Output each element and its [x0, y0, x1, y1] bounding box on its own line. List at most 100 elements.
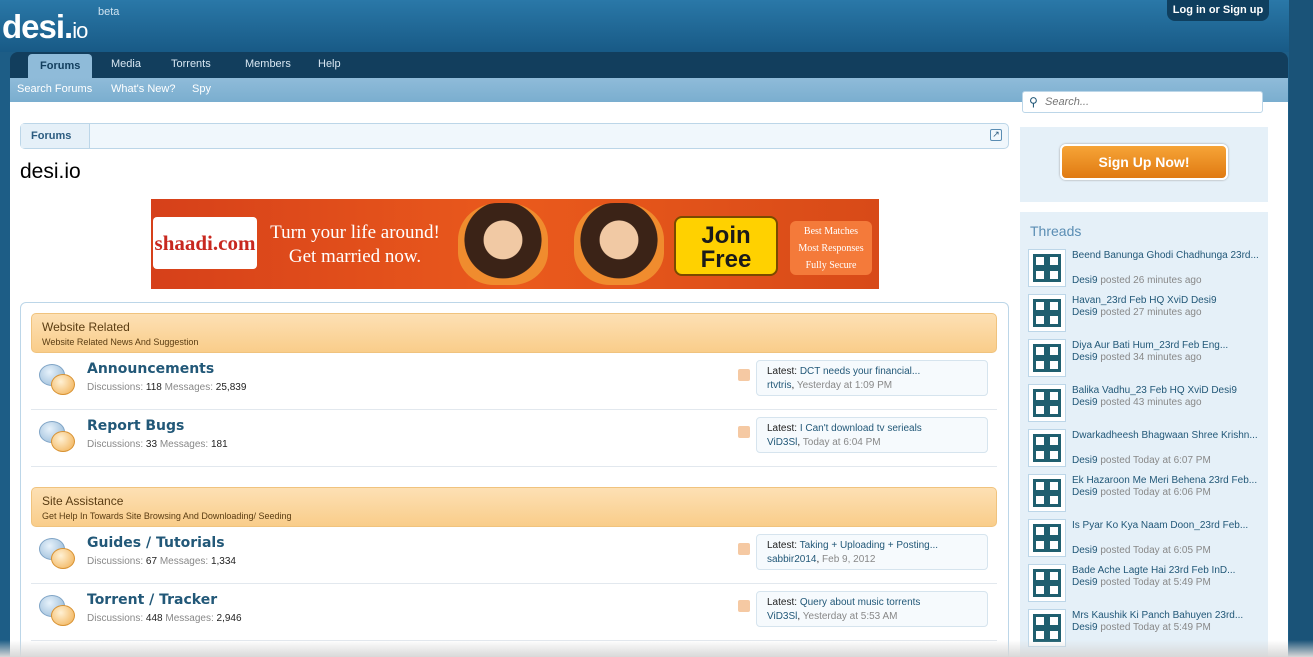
forum-bubbles-icon — [39, 421, 77, 455]
thread-user-link[interactable]: Desi9 — [1072, 622, 1098, 633]
thread-title-link[interactable]: Bade Ache Lagte Hai 23rd Feb InD... — [1072, 564, 1262, 577]
thread-title-link[interactable]: Ek Hazaroon Me Meri Behena 23rd Feb... — [1072, 474, 1262, 487]
signup-button[interactable]: Sign Up Now! — [1060, 144, 1228, 180]
tab-media[interactable]: Media — [111, 52, 141, 78]
thread-title-link[interactable]: Beend Banunga Ghodi Chadhunga 23rd... — [1072, 249, 1262, 262]
logo-tld: io — [72, 18, 88, 43]
breadcrumb-forums[interactable]: Forums — [21, 124, 91, 148]
thread-posted: posted Today at 6:07 PM — [1100, 455, 1211, 466]
tab-forums[interactable]: Forums — [28, 54, 93, 80]
latest-thread-link[interactable]: I Can't download tv serieals — [800, 423, 922, 434]
join-line1: Join — [701, 222, 751, 249]
avatar[interactable] — [1028, 564, 1066, 602]
tab-torrents[interactable]: Torrents — [171, 52, 211, 78]
thread-title-link[interactable]: Havan_23rd Feb HQ XviD Desi9 — [1072, 294, 1262, 307]
category-header[interactable]: Website Related Website Related News And… — [31, 313, 997, 353]
avatar[interactable] — [1028, 249, 1066, 287]
category-header[interactable]: Site Assistance Get Help In Towards Site… — [31, 487, 997, 527]
thread-user-link[interactable]: Desi9 — [1072, 352, 1098, 363]
thread-user-link[interactable]: Desi9 — [1072, 397, 1098, 408]
login-button[interactable]: Log in or Sign up — [1167, 0, 1269, 21]
thread-user-link[interactable]: Desi9 — [1072, 577, 1098, 588]
forum-title[interactable]: Report Bugs — [87, 418, 184, 434]
avatar[interactable] — [1028, 519, 1066, 557]
thread-meta: Desi9 posted Today at 6:05 PM — [1072, 545, 1211, 556]
avatar[interactable] — [1028, 339, 1066, 377]
avatar[interactable] — [1028, 429, 1066, 467]
forum-title[interactable]: Torrent / Tracker — [87, 592, 217, 608]
rss-icon[interactable] — [738, 369, 750, 381]
latest-post: Latest: DCT needs your financial... rtvt… — [756, 360, 988, 396]
join-line2: Free — [700, 246, 752, 273]
forum-bubbles-icon — [39, 538, 77, 572]
banner-tagline: Turn your life around! Get married now. — [265, 221, 445, 269]
tab-help[interactable]: Help — [318, 52, 341, 78]
latest-thread-link[interactable]: Taking + Uploading + Posting... — [800, 540, 938, 551]
latest-thread-link[interactable]: Query about music torrents — [800, 597, 921, 608]
avatar[interactable] — [1028, 384, 1066, 422]
tab-members[interactable]: Members — [245, 52, 291, 78]
beta-label: beta — [98, 6, 120, 18]
forum-node: Torrent / Tracker Discussions: 448 Messa… — [31, 585, 997, 641]
tagline-line1: Turn your life around! — [270, 222, 440, 243]
latest-date: Feb 9, 2012 — [822, 554, 876, 565]
thread-meta: Desi9 posted 27 minutes ago — [1072, 307, 1202, 318]
whats-new-link[interactable]: What's New? — [111, 83, 175, 95]
thread-posted: posted Today at 6:06 PM — [1100, 487, 1211, 498]
forum-node: Report Bugs Discussions: 33 Messages: 18… — [31, 411, 997, 467]
site-logo[interactable]: desi.io — [2, 8, 88, 46]
forum-list: Website Related Website Related News And… — [20, 302, 1009, 657]
search-box: ⚲ — [1022, 91, 1263, 113]
thread-meta: Desi9 posted 34 minutes ago — [1072, 352, 1202, 363]
rss-icon[interactable] — [738, 426, 750, 438]
latest-post: Latest: Query about music torrents ViD3S… — [756, 591, 988, 627]
rss-icon[interactable] — [738, 543, 750, 555]
forum-title[interactable]: Announcements — [87, 361, 214, 377]
forum-stats: Discussions: 67 Messages: 1,334 — [87, 556, 236, 567]
forum-bubbles-icon — [39, 595, 77, 629]
thread-title-link[interactable]: Mrs Kaushik Ki Panch Bahuyen 23rd... — [1072, 609, 1262, 622]
jump-icon[interactable]: ↗ — [990, 129, 1002, 141]
rss-icon[interactable] — [738, 600, 750, 612]
latest-date: Yesterday at 5:53 AM — [802, 611, 898, 622]
thread-meta: Desi9 posted Today at 5:49 PM — [1072, 577, 1211, 588]
avatar[interactable] — [1028, 474, 1066, 512]
window-bottom-fade — [0, 640, 1313, 657]
thread-title-link[interactable]: Diya Aur Bati Hum_23rd Feb Eng... — [1072, 339, 1262, 352]
latest-user-link[interactable]: ViD3Sl — [767, 437, 797, 448]
thread-posted: posted Today at 5:49 PM — [1100, 622, 1211, 633]
thread-posted: posted 34 minutes ago — [1100, 352, 1202, 363]
avatar[interactable] — [1028, 294, 1066, 332]
thread-posted: posted 27 minutes ago — [1100, 307, 1202, 318]
thread-meta: Desi9 posted 43 minutes ago — [1072, 397, 1202, 408]
logo-main: desi — [2, 8, 65, 45]
thread-user-link[interactable]: Desi9 — [1072, 275, 1098, 286]
forum-title[interactable]: Guides / Tutorials — [87, 535, 225, 551]
thread-posted: posted Today at 6:05 PM — [1100, 545, 1211, 556]
search-forums-link[interactable]: Search Forums — [17, 83, 92, 95]
latest-date: Yesterday at 1:09 PM — [796, 380, 893, 391]
latest-user-link[interactable]: ViD3Sl — [767, 611, 797, 622]
thread-title-link[interactable]: Dwarkadheesh Bhagwaan Shree Krishn... — [1072, 429, 1262, 442]
thread-user-link[interactable]: Desi9 — [1072, 487, 1098, 498]
thread-user-link[interactable]: Desi9 — [1072, 455, 1098, 466]
thread-user-link[interactable]: Desi9 — [1072, 545, 1098, 556]
forum-stats: Discussions: 118 Messages: 25,839 — [87, 382, 247, 393]
thread-title-link[interactable]: Balika Vadhu_23 Feb HQ XviD Desi9 — [1072, 384, 1262, 397]
latest-user-link[interactable]: sabbir2014 — [767, 554, 816, 565]
banner-perks: Best Matches Most Responses Fully Secure — [790, 221, 872, 275]
category-title: Site Assistance — [42, 494, 124, 508]
thread-meta: Desi9 posted Today at 5:49 PM — [1072, 622, 1211, 633]
latest-user-link[interactable]: rtvtris — [767, 380, 791, 391]
ad-banner[interactable]: shaadi.com Turn your life around! Get ma… — [151, 199, 879, 289]
thread-title-link[interactable]: Is Pyar Ko Kya Naam Doon_23rd Feb... — [1072, 519, 1262, 532]
page-title: desi.io — [20, 160, 81, 183]
thread-meta: Desi9 posted Today at 6:06 PM — [1072, 487, 1211, 498]
spy-link[interactable]: Spy — [192, 83, 211, 95]
banner-join-button[interactable]: Join Free — [674, 216, 778, 276]
category-desc: Website Related News And Suggestion — [42, 337, 199, 347]
latest-thread-link[interactable]: DCT needs your financial... — [800, 366, 920, 377]
search-input[interactable] — [1045, 94, 1255, 110]
forum-bubbles-icon — [39, 364, 77, 398]
thread-user-link[interactable]: Desi9 — [1072, 307, 1098, 318]
